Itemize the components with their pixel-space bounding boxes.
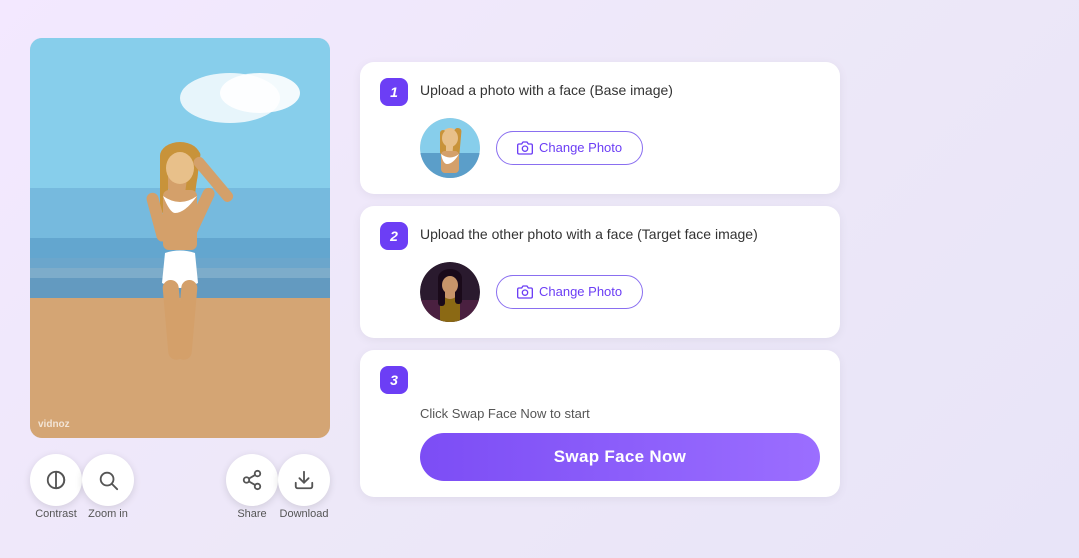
step-2-thumb-image [420,262,480,322]
step-2-photo-thumb [420,262,480,322]
step-1-header: 1 Upload a photo with a face (Base image… [380,78,820,106]
download-button-group: Download [278,454,330,520]
preview-image-frame: vidnoz [30,38,330,438]
contrast-label: Contrast [35,508,77,520]
step-3-header: 3 [380,366,820,394]
step-1-title: Upload a photo with a face (Base image) [420,78,673,101]
swap-face-button[interactable]: Swap Face Now [420,433,820,481]
step-2-content: Change Photo [380,262,820,322]
camera-icon-2 [517,284,533,300]
contrast-button[interactable] [30,454,82,506]
step-1-card: 1 Upload a photo with a face (Base image… [360,62,840,194]
step-3-hint: Click Swap Face Now to start [420,406,820,421]
step-1-content: Change Photo [380,118,820,178]
contrast-icon [45,469,67,491]
share-label: Share [237,508,266,520]
step-2-header: 2 Upload the other photo with a face (Ta… [380,222,820,250]
step-2-title: Upload the other photo with a face (Targ… [420,222,758,245]
share-icon [241,469,263,491]
camera-icon-1 [517,140,533,156]
contrast-button-group: Contrast [30,454,82,520]
step-1-photo-thumb [420,118,480,178]
step-1-number: 1 [380,78,408,106]
share-button[interactable] [226,454,278,506]
watermark: vidnoz [38,419,70,430]
step-3-card: 3 Click Swap Face Now to start Swap Face… [360,350,840,497]
step-2-card: 2 Upload the other photo with a face (Ta… [360,206,840,338]
zoom-icon [97,469,119,491]
steps-panel: 1 Upload a photo with a face (Base image… [360,62,840,497]
step-3-number: 3 [380,366,408,394]
zoom-button[interactable] [82,454,134,506]
step-1-change-photo-button[interactable]: Change Photo [496,131,643,165]
download-button[interactable] [278,454,330,506]
share-button-group: Share [226,454,278,520]
step-2-change-photo-label: Change Photo [539,284,622,299]
step-1-change-photo-label: Change Photo [539,140,622,155]
toolbar: Contrast Zoom in [30,454,330,520]
main-container: vidnoz Contrast [0,0,1079,558]
preview-image [30,38,330,438]
download-label: Download [280,508,329,520]
image-viewer: vidnoz Contrast [30,38,330,520]
zoom-button-group: Zoom in [82,454,134,520]
step-2-number: 2 [380,222,408,250]
download-icon [293,469,315,491]
step-1-thumb-image [420,118,480,178]
step-3-content: Click Swap Face Now to start Swap Face N… [380,406,820,481]
step-2-change-photo-button[interactable]: Change Photo [496,275,643,309]
zoom-label: Zoom in [88,508,128,520]
